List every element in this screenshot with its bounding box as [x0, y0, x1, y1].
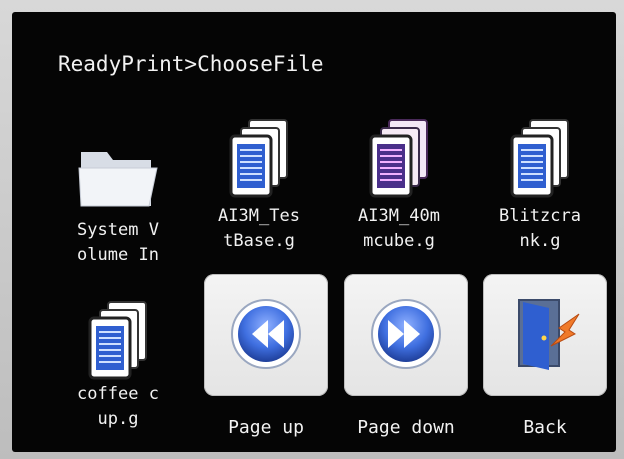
page-up-button[interactable]	[204, 274, 328, 396]
breadcrumb: ReadyPrint>ChooseFile	[58, 52, 324, 76]
gcode-file-icon	[369, 119, 428, 198]
touch-screen: ReadyPrint>ChooseFile System V olume In …	[12, 12, 616, 452]
page-up-label: Page up	[228, 417, 304, 438]
file-item-ai3m-testbase[interactable]: AI3M_Tes tBase.g	[189, 116, 329, 254]
file-item-system-volume[interactable]: System V olume In	[48, 130, 188, 268]
exit-door-icon	[518, 299, 580, 370]
page-down-button[interactable]	[344, 274, 468, 396]
file-name: coffee c up.g	[77, 384, 159, 429]
back-button[interactable]	[483, 274, 607, 396]
gcode-file-icon	[229, 119, 288, 198]
gcode-file-icon	[88, 301, 147, 380]
folder-icon	[78, 152, 158, 207]
file-item-blitzcrank[interactable]: Blitzcra nk.g	[470, 116, 610, 254]
file-name: AI3M_40m mcube.g	[358, 206, 440, 251]
fast-forward-icon	[371, 299, 441, 369]
file-item-ai3m-40mmcube[interactable]: AI3M_40m mcube.g	[329, 116, 469, 254]
file-item-coffee-cup[interactable]: coffee c up.g	[48, 298, 188, 432]
file-name: Blitzcra nk.g	[499, 206, 581, 251]
file-name: AI3M_Tes tBase.g	[218, 206, 300, 251]
page-down-label: Page down	[357, 417, 455, 438]
file-name: System V olume In	[77, 220, 159, 265]
back-label: Back	[523, 417, 567, 438]
gcode-file-icon	[510, 119, 569, 198]
rewind-icon	[231, 299, 301, 369]
